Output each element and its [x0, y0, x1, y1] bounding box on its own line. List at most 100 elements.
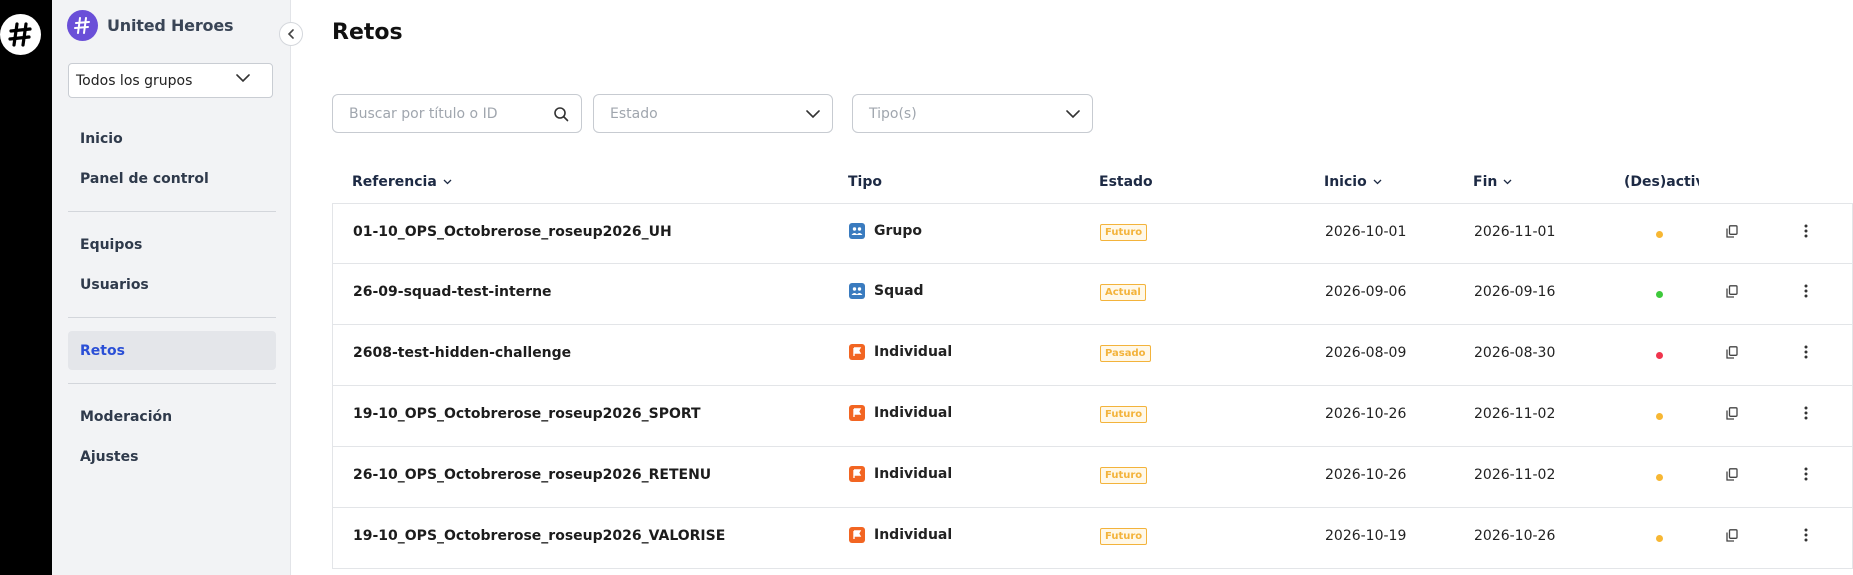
copy-icon[interactable] — [1726, 529, 1738, 542]
copy-icon[interactable] — [1726, 225, 1738, 238]
end-date: 2026-09-16 — [1474, 284, 1556, 300]
nav-item-panel-de-control[interactable]: Panel de control — [68, 159, 276, 198]
activation-status-dot[interactable] — [1656, 291, 1663, 298]
sort-chevron-icon — [443, 179, 452, 185]
column-header-label: Estado — [1099, 174, 1153, 190]
activation-status-dot[interactable] — [1656, 352, 1663, 359]
copy-icon[interactable] — [1726, 407, 1738, 420]
tipo-placeholder: Tipo(s) — [869, 105, 917, 122]
chevron-down-icon — [1066, 110, 1080, 119]
column-header-inicio[interactable]: Inicio — [1324, 174, 1382, 190]
challenge-type-label: Grupo — [874, 223, 923, 239]
column-header-activacion: (Des)activ — [1624, 174, 1699, 190]
challenge-reference[interactable]: 2608-test-hidden-challenge — [353, 345, 571, 361]
nav-item-ajustes[interactable]: Ajustes — [68, 437, 276, 476]
start-date: 2026-08-09 — [1325, 345, 1407, 361]
more-options-icon[interactable] — [1804, 528, 1808, 542]
nav-item-moderacion[interactable]: Moderación — [68, 397, 276, 436]
start-date: 2026-09-06 — [1325, 284, 1407, 300]
column-header-label: Tipo — [848, 174, 882, 190]
status-badge: Futuro — [1100, 224, 1148, 241]
challenge-reference[interactable]: 26-10_OPS_Octobrerose_roseup2026_RETENU — [353, 467, 711, 483]
more-options-icon[interactable] — [1804, 224, 1808, 238]
challenge-type: Individual — [849, 466, 952, 482]
flag-icon — [849, 344, 865, 360]
end-date: 2026-08-30 — [1474, 345, 1556, 361]
nav-divider — [68, 383, 276, 384]
status-badge: Futuro — [1100, 528, 1148, 545]
challenge-type-label: Individual — [874, 466, 953, 482]
search-placeholder: Buscar por título o ID — [349, 105, 498, 122]
page-title: Retos — [332, 20, 403, 45]
challenge-type-label: Individual — [874, 344, 953, 360]
sort-chevron-icon — [1373, 179, 1382, 185]
challenge-type: Squad — [849, 283, 924, 299]
flag-icon — [849, 527, 865, 543]
end-date: 2026-10-26 — [1474, 528, 1556, 544]
nav-divider — [68, 211, 276, 212]
brand-logo-icon — [67, 10, 98, 41]
table-row[interactable]: 01-10_OPS_Octobrerose_roseup2026_UH Grupo… — [332, 203, 1853, 264]
brand-name: United Heroes — [107, 16, 234, 35]
estado-select[interactable]: Estado — [593, 94, 833, 133]
challenge-type-label: Squad — [874, 283, 924, 299]
more-options-icon[interactable] — [1804, 467, 1808, 481]
table-row[interactable]: 2608-test-hidden-challenge Individual Pasa… — [332, 325, 1853, 386]
copy-icon[interactable] — [1726, 346, 1738, 359]
sidebar: United Heroes Todos los grupos Inicio Pa… — [52, 0, 303, 575]
activation-status-dot[interactable] — [1656, 474, 1663, 481]
table-header: Referencia Tipo Estado Inicio Fin (Des)a… — [332, 165, 1853, 203]
challenge-reference[interactable]: 01-10_OPS_Octobrerose_roseup2026_UH — [353, 224, 672, 240]
nav-item-usuarios[interactable]: Usuarios — [68, 265, 276, 304]
column-header-fin[interactable]: Fin — [1473, 174, 1512, 190]
nav-item-equipos[interactable]: Equipos — [68, 225, 276, 264]
activation-status-dot[interactable] — [1656, 535, 1663, 542]
table-row[interactable]: 19-10_OPS_Octobrerose_roseup2026_SPORT In… — [332, 386, 1853, 447]
app-logo-icon[interactable] — [0, 14, 41, 55]
copy-icon[interactable] — [1726, 468, 1738, 481]
search-input[interactable]: Buscar por título o ID — [332, 94, 582, 133]
activation-status-dot[interactable] — [1656, 231, 1663, 238]
app-rail — [0, 0, 52, 575]
table-row[interactable]: 19-10_OPS_Octobrerose_roseup2026_VALORIS… — [332, 508, 1853, 569]
challenge-type: Grupo — [849, 223, 922, 239]
sort-chevron-icon — [1503, 179, 1512, 185]
challenge-reference[interactable]: 19-10_OPS_Octobrerose_roseup2026_SPORT — [353, 406, 701, 422]
group-icon — [849, 283, 865, 299]
status-badge: Futuro — [1100, 406, 1148, 423]
group-select[interactable]: Todos los grupos — [68, 63, 273, 98]
start-date: 2026-10-26 — [1325, 467, 1407, 483]
end-date: 2026-11-02 — [1474, 467, 1556, 483]
challenge-type: Individual — [849, 527, 952, 543]
estado-placeholder: Estado — [610, 105, 658, 122]
nav-divider — [68, 317, 276, 318]
challenge-type: Individual — [849, 344, 952, 360]
column-header-label: Inicio — [1324, 174, 1367, 190]
start-date: 2026-10-19 — [1325, 528, 1407, 544]
challenge-type-label: Individual — [874, 527, 953, 543]
table-row[interactable]: 26-10_OPS_Octobrerose_roseup2026_RETENU I… — [332, 447, 1853, 508]
chevron-down-icon — [236, 74, 250, 83]
more-options-icon[interactable] — [1804, 345, 1808, 359]
flag-icon — [849, 405, 865, 421]
activation-status-dot[interactable] — [1656, 413, 1663, 420]
table-row[interactable]: 26-09-squad-test-interne Squad Actual 2026-… — [332, 264, 1853, 325]
collapse-sidebar-button[interactable] — [279, 22, 303, 46]
end-date: 2026-11-01 — [1474, 224, 1556, 240]
start-date: 2026-10-26 — [1325, 406, 1407, 422]
more-options-icon[interactable] — [1804, 406, 1808, 420]
column-header-referencia[interactable]: Referencia — [352, 174, 452, 190]
challenge-reference[interactable]: 26-09-squad-test-interne — [353, 284, 552, 300]
nav-item-retos[interactable]: Retos — [68, 331, 276, 370]
flag-icon — [849, 466, 865, 482]
group-icon — [849, 223, 865, 239]
column-header-estado: Estado — [1099, 174, 1153, 190]
challenge-type-label: Individual — [874, 405, 953, 421]
more-options-icon[interactable] — [1804, 284, 1808, 298]
column-header-label: Referencia — [352, 174, 437, 190]
nav-item-inicio[interactable]: Inicio — [68, 119, 276, 158]
challenge-reference[interactable]: 19-10_OPS_Octobrerose_roseup2026_VALORIS… — [353, 528, 725, 544]
tipo-select[interactable]: Tipo(s) — [852, 94, 1093, 133]
status-badge: Futuro — [1100, 467, 1148, 484]
copy-icon[interactable] — [1726, 285, 1738, 298]
